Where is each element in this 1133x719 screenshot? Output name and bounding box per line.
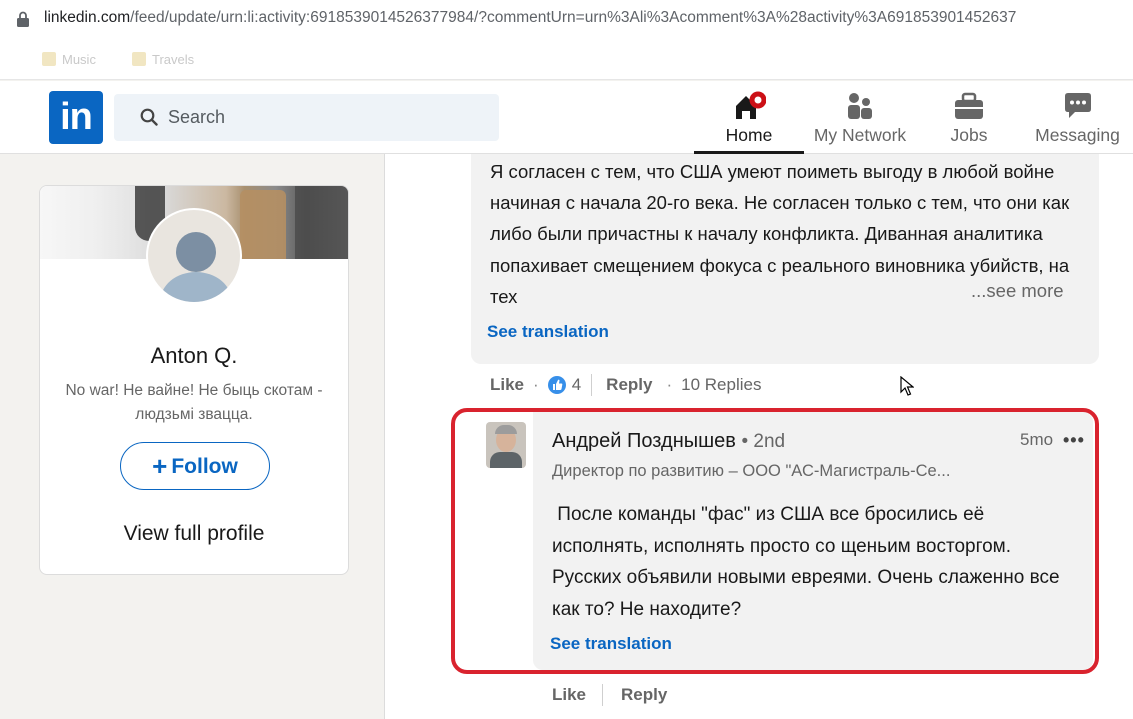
bookmark-item[interactable]: Travels: [132, 50, 194, 68]
linkedin-navbar: in Home My Network Jobs: [0, 81, 1133, 154]
view-full-profile-link[interactable]: View full profile: [40, 522, 348, 546]
like-button[interactable]: Like: [552, 685, 586, 705]
comment-actions: Like · 4 Reply · 10 Replies: [490, 374, 762, 396]
lock-icon: [17, 11, 29, 27]
briefcase-icon: [955, 92, 983, 119]
bookmark-item[interactable]: Music: [42, 50, 96, 68]
folder-icon: [132, 52, 146, 66]
search-icon: [140, 108, 158, 126]
nav-messaging-label: Messaging: [1035, 125, 1120, 145]
reply-button[interactable]: Reply: [621, 685, 667, 705]
bookmarks-bar: Music Travels: [0, 38, 1133, 80]
search-input[interactable]: [168, 94, 488, 141]
folder-icon: [42, 52, 56, 66]
thumbs-up-icon[interactable]: [547, 376, 566, 394]
nav-home[interactable]: Home: [694, 81, 804, 154]
nav-messaging[interactable]: Messaging: [1022, 81, 1133, 154]
nav-home-label: Home: [725, 125, 773, 145]
chat-bubble-icon: [1064, 93, 1091, 118]
avatar[interactable]: [146, 208, 242, 304]
red-highlight-outline: [451, 408, 1099, 674]
like-button[interactable]: Like: [490, 375, 524, 395]
see-translation-link[interactable]: See translation: [487, 322, 609, 342]
linkedin-logo[interactable]: in: [49, 91, 103, 144]
comment-bubble: Я согласен с тем, что США умеют поиметь …: [471, 154, 1099, 364]
nav-jobs[interactable]: Jobs: [916, 81, 1022, 154]
search-box[interactable]: [114, 94, 499, 141]
profile-name[interactable]: Anton Q.: [40, 343, 348, 369]
comments-panel: Я согласен с тем, что США умеют поиметь …: [384, 154, 1133, 719]
profile-card: Anton Q. No war! Не вайне! Не быць скота…: [39, 185, 349, 575]
nav-my-network-label: My Network: [813, 125, 907, 145]
replies-count-link[interactable]: 10 Replies: [681, 375, 761, 395]
mouse-cursor-icon: [900, 376, 914, 396]
reaction-count[interactable]: 4: [572, 375, 581, 395]
url-text[interactable]: linkedin.com/feed/update/urn:li:activity…: [44, 9, 1133, 27]
profile-tagline: No war! Не вайне! Не быць скотам - людзь…: [65, 382, 323, 423]
plus-icon: +: [152, 450, 168, 481]
see-more-link[interactable]: ...see more: [971, 280, 1064, 302]
nav-jobs-label: Jobs: [950, 125, 988, 145]
home-icon: [736, 91, 766, 119]
browser-address-bar[interactable]: linkedin.com/feed/update/urn:li:activity…: [0, 0, 1133, 38]
reply-button[interactable]: Reply: [606, 375, 652, 395]
comment-actions: Like Reply: [552, 684, 667, 706]
follow-button[interactable]: + Follow: [120, 442, 270, 490]
people-icon: [848, 93, 872, 119]
nav-my-network[interactable]: My Network: [804, 81, 916, 154]
